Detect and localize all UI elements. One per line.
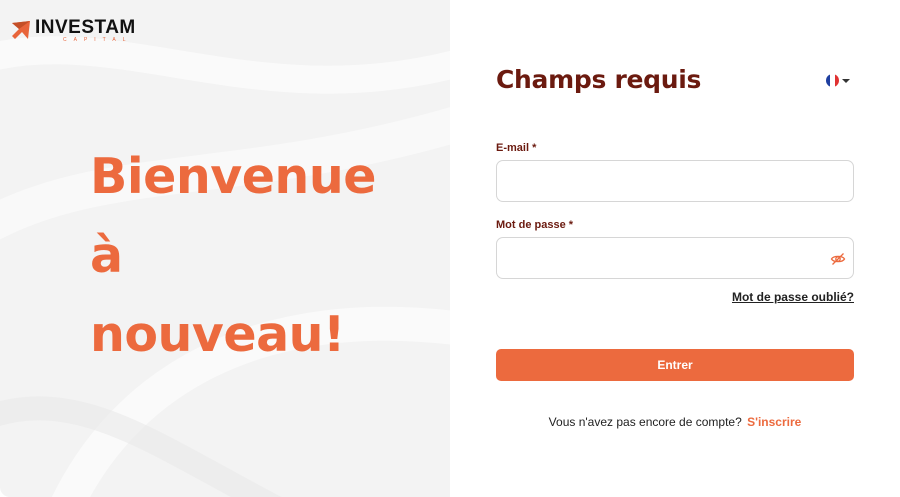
welcome-panel: INVESTAM CAPITAL Bienvenue à nouveau! [0,0,450,497]
language-selector[interactable] [826,74,850,87]
signup-row: Vous n'avez pas encore de compte? S'insc… [450,415,900,429]
signup-prompt: Vous n'avez pas encore de compte? [548,415,742,429]
password-field[interactable] [496,237,854,279]
welcome-line-1: Bienvenue [90,148,376,205]
welcome-line-2: à [90,227,123,284]
login-button[interactable]: Entrer [496,349,854,381]
france-flag-icon [826,74,839,87]
chevron-down-icon [842,78,850,83]
investam-logo-icon [12,21,30,39]
welcome-heading: Bienvenue à nouveau! [90,137,376,374]
email-label: E-mail * [496,142,537,154]
forgot-password-link[interactable]: Mot de passe oublié? [732,290,854,304]
brand-subtitle: CAPITAL [63,37,133,43]
form-title: Champs requis [496,65,702,94]
welcome-line-3: nouveau! [90,306,345,363]
brand-logo[interactable]: INVESTAM CAPITAL [10,17,136,43]
password-label: Mot de passe * [496,219,574,231]
brand-name: INVESTAM [35,17,136,38]
login-form-panel: Champs requis E-mail * Mot de passe * Mo… [450,0,900,497]
signup-link[interactable]: S'inscrire [747,415,801,429]
email-field[interactable] [496,160,854,202]
eye-slash-icon[interactable] [830,251,846,267]
